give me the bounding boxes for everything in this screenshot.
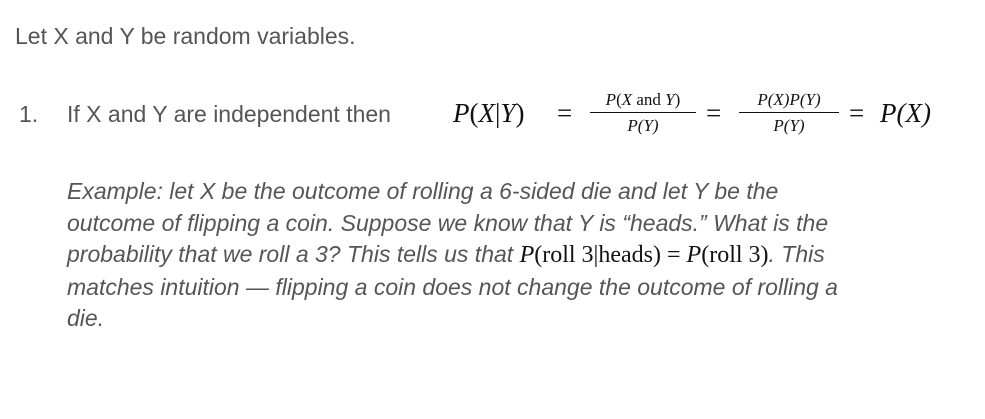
inline-formula-eq: = [661,242,687,268]
frac1-num-close: ) [674,90,681,109]
example-line-2: outcome of flipping a coin. Suppose we k… [67,209,829,236]
formula-fraction-2: P(X)P(Y) P(Y) [739,90,839,136]
list-item-number: 1. [19,101,39,127]
example-line-5: die. [67,305,105,331]
formula-equals-1: = [557,98,573,128]
example-inline-formula: P(roll 3|heads) = P(roll 3) [520,242,769,268]
intro-text: Let X and Y be random variables. [15,23,356,49]
example-line-3: probability that we roll a 3? This tells… [67,239,967,272]
example-paragraph: Example: let X be the outcome of rolling… [67,176,967,335]
formula-lhs-x: X [478,98,496,128]
frac1-num-x: X [621,90,633,109]
example-line-3-before: probability that we roll a 3? This tells… [67,241,520,267]
inline-formula-lhs-p: P [519,242,535,268]
formula-equals-3: = [849,98,865,128]
formula-lhs: P(X|Y) [453,97,524,129]
example-line-3-after: . This [768,241,825,267]
formula-lhs-p: P [453,98,470,128]
list-item-text: If X and Y are independent then [67,101,391,127]
formula-lhs-y: Y [500,98,516,128]
example-line-4: matches intuition — flipping a coin does… [67,273,838,300]
fraction-2-denominator: P(Y) [773,116,805,135]
frac1-num-p: P [605,90,617,109]
inline-formula-rhs-arg: (roll 3) [701,242,769,268]
formula-equals-2: = [706,98,722,128]
formula-fraction-1: P(X and Y) P(Y) [590,90,696,136]
example-line-1: Example: let X be the outcome of rolling… [67,178,779,204]
formula-lhs-open: ( [469,98,479,128]
fraction-2-numerator: P(X)P(Y) [757,90,821,109]
frac1-num-y: Y [665,90,675,109]
formula-lhs-close: ) [515,98,525,128]
frac1-num-and: and [632,90,666,109]
formula-rhs: P(X) [880,98,931,128]
fraction-1-numerator: P(X and Y) [590,90,696,112]
fraction-1-denominator: P(Y) [627,116,659,135]
inline-formula-lhs-arg: (roll 3|heads) [534,242,661,268]
inline-formula-rhs-p: P [686,242,702,268]
